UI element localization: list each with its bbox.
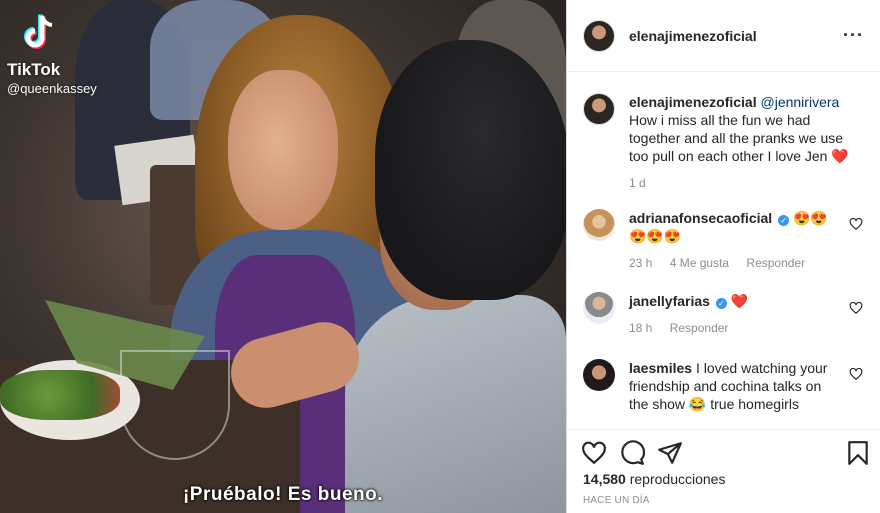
comment-username[interactable]: laesmiles [629,360,692,376]
verified-badge-icon: ✓ [778,215,790,226]
avatar[interactable] [583,359,615,391]
avatar[interactable] [583,209,615,241]
comment-likes[interactable]: 4 Me gusta [670,256,729,270]
caption-meta: 1 d [629,174,859,192]
bookmark-icon[interactable] [845,440,871,466]
comment-icon[interactable] [619,440,645,466]
verified-badge-icon: ✓ [715,298,727,309]
comment-username[interactable]: adrianafonsecaoficial [629,210,772,226]
tiktok-logo-icon [24,14,53,49]
heart-icon[interactable] [849,217,863,231]
share-icon[interactable] [657,440,683,466]
woman-face [228,70,338,230]
heart-icon[interactable] [581,440,607,466]
post-panel: elenajimenezoficial ··· elenajimenezofic… [566,0,880,513]
post-owner-username[interactable]: elenajimenezoficial [629,28,757,44]
comment-item: laesmiles I loved watching your friendsh… [583,359,873,413]
view-count-number: 14,580 [583,471,626,487]
avatar[interactable] [583,19,615,52]
post-header: elenajimenezoficial ··· [567,0,880,72]
action-bar [567,429,880,473]
man-hair [375,40,566,300]
caption-text: How i miss all the fun we had together a… [629,112,844,164]
heart-emoji: ❤️ [831,148,849,164]
tiktok-handle: @queenkassey [7,81,97,96]
mention-link[interactable]: @jennirivera [761,94,840,110]
glass [120,350,230,460]
salad [0,370,120,420]
reply-button[interactable]: Responder [670,321,729,335]
avatar[interactable] [583,292,615,324]
avatar[interactable] [583,93,615,125]
comment-time[interactable]: 23 h [629,256,652,270]
post-timestamp[interactable]: HACE UN DÍA [583,495,650,506]
caption-time[interactable]: 1 d [629,176,646,190]
video-subtitle: ¡Pruébalo! Es bueno. [182,484,384,505]
view-count[interactable]: 14,580 reproducciones [583,471,725,487]
comment-item: adrianafonsecaoficial ✓ 😍😍😍😍😍 23 h 4 Me … [583,209,873,272]
heart-icon[interactable] [849,367,863,381]
more-options-icon[interactable]: ··· [843,25,864,46]
comment-meta: 18 h Responder [629,319,839,337]
reply-button[interactable]: Responder [746,256,805,270]
comment-text: ❤️ [730,293,749,309]
comments-list[interactable]: elenajimenezoficial @jennirivera How i m… [567,73,880,428]
tiktok-label: TikTok [7,60,61,79]
caption: elenajimenezoficial @jennirivera How i m… [583,93,873,192]
video-player[interactable]: TikTok @queenkassey ¡Pruébalo! Es bueno. [0,0,566,513]
heart-icon[interactable] [849,301,863,315]
view-count-label: reproducciones [629,471,726,487]
man-shirt [345,295,566,513]
comment-username[interactable]: elenajimenezoficial [629,94,757,110]
comment-username[interactable]: janellyfarias [629,293,710,309]
comment-time[interactable]: 18 h [629,321,652,335]
comment-item: janellyfarias ✓ ❤️ 18 h Responder [583,292,873,337]
comment-meta: 23 h 4 Me gusta Responder [629,254,839,272]
